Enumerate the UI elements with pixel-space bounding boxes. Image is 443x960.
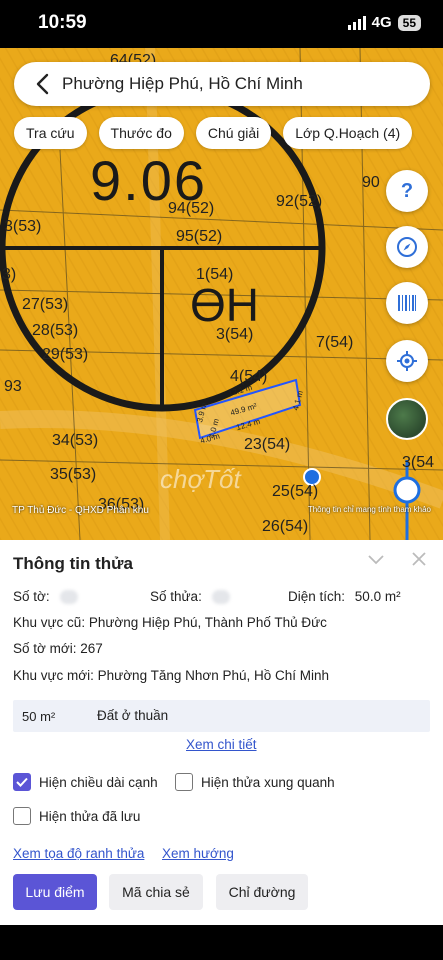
sheet-number-label: Số tờ: (13, 589, 50, 604)
my-location-button[interactable] (386, 340, 428, 382)
chip-legend[interactable]: Chú giải (195, 117, 272, 149)
parcel-label: 90 (362, 174, 380, 191)
battery-icon: 55 (397, 14, 421, 31)
show-edge-length-checkbox[interactable]: Hiện chiều dài cạnh (13, 773, 158, 791)
land-use-area: 50 m² (22, 709, 56, 724)
show-edge-length-label: Hiện chiều dài cạnh (39, 774, 158, 790)
search-bar[interactable]: Phường Hiệp Phú, Hồ Chí Minh (14, 62, 430, 106)
sheet-number-row: Số tờ: (13, 589, 78, 605)
compass-icon (397, 237, 417, 257)
close-button[interactable] (412, 552, 426, 571)
status-bar: 10:59 4G 55 (0, 0, 443, 48)
panel-title: Thông tin thửa (13, 554, 133, 573)
network-type: 4G (371, 14, 392, 31)
status-indicators: 4G 55 (347, 14, 421, 31)
parcel-label: 1(54) (196, 266, 234, 283)
parcel-number-value (211, 590, 230, 605)
chip-lookup[interactable]: Tra cứu (14, 117, 87, 149)
map-disclaimer: Thông tin chỉ mang tính tham khảo (307, 505, 431, 514)
collapse-button[interactable] (368, 552, 384, 570)
share-code-button[interactable]: Mã chia sẻ (109, 874, 203, 910)
help-button[interactable]: ? (386, 170, 428, 212)
area-row: Diện tích: 50.0 m² (288, 589, 401, 604)
land-use-type: Đất ở thuần (97, 708, 169, 723)
area-label: Diện tích: (288, 589, 346, 604)
land-use-row: 50 m² Đất ở thuần (13, 700, 430, 732)
location-text[interactable]: Phường Hiệp Phú, Hồ Chí Minh (62, 74, 303, 94)
parcel-label: 7(54) (316, 334, 354, 351)
parcel-label: 93 (4, 378, 22, 395)
parcel-number-row: Số thửa: (150, 589, 230, 605)
signal-icon (347, 15, 366, 30)
chevron-down-icon (368, 555, 384, 565)
parcel-label: 25(54) (272, 483, 319, 500)
checkbox-checked[interactable] (13, 773, 31, 791)
crosshair-icon (397, 351, 417, 371)
new-sheet-number-text: Số tờ mới: 267 (13, 641, 103, 656)
view-coordinates-link[interactable]: Xem tọa độ ranh thửa (13, 846, 144, 861)
checkbox-unchecked[interactable] (13, 807, 31, 825)
satellite-layer-button[interactable] (386, 398, 428, 440)
view-direction-link[interactable]: Xem hướng (162, 846, 234, 861)
parcel-number-label: Số thửa: (150, 589, 202, 604)
chip-measure[interactable]: Thước đo (98, 117, 184, 149)
save-point-button[interactable]: Lưu điểm (13, 874, 97, 910)
parcel-label: 92(52) (276, 193, 323, 210)
barcode-icon (398, 295, 416, 311)
parcel-label: 23(54) (244, 436, 291, 453)
zone-code-label: ӨН (190, 279, 259, 331)
parcel-label: 3(54 (402, 454, 435, 471)
parcel-label: 94(52) (168, 200, 215, 217)
parcel-label: 29(53) (42, 346, 89, 363)
parcel-label: 3) (2, 266, 17, 283)
map-source-label: TP Thủ Đức - QHXD Phân khu (12, 505, 149, 516)
area-value: 50.0 m² (354, 589, 401, 604)
status-time: 10:59 (38, 12, 87, 33)
new-area-text: Khu vực mới: Phường Tăng Nhơn Phú, Hồ Ch… (13, 668, 330, 683)
barcode-button[interactable] (386, 282, 428, 324)
parcel-label: 28(53) (32, 322, 79, 339)
directions-button[interactable]: Chỉ đường (216, 874, 308, 910)
parcel-label: 27(53) (22, 296, 69, 313)
checkbox-unchecked[interactable] (175, 773, 193, 791)
bottom-bar (0, 925, 443, 960)
show-saved-label: Hiện thửa đã lưu (39, 808, 141, 824)
close-icon (412, 552, 426, 566)
parcel-label: 95(52) (176, 228, 223, 245)
view-detail-link[interactable]: Xem chi tiết (186, 737, 257, 752)
sheet-number-value (59, 590, 78, 605)
compass-button[interactable] (386, 226, 428, 268)
question-icon: ? (400, 179, 414, 202)
old-area-text: Khu vực cũ: Phường Hiệp Phú, Thành Phố T… (13, 615, 327, 630)
parcel-label: 3(54) (216, 326, 254, 343)
parcel-label: 34(53) (52, 432, 99, 449)
back-arrow-icon[interactable] (22, 62, 62, 106)
show-neighbors-label: Hiện thửa xung quanh (201, 774, 335, 790)
watermark: chợTốt (160, 464, 241, 494)
show-neighbors-checkbox[interactable]: Hiện thửa xung quanh (175, 773, 335, 791)
show-saved-checkbox[interactable]: Hiện thửa đã lưu (13, 807, 140, 825)
chip-planning-layers[interactable]: Lớp Q.Hoạch (4) (283, 117, 413, 149)
map-tool-chips: Tra cứu Thước đo Chú giải Lớp Q.Hoạch (4… (14, 117, 413, 149)
check-icon (16, 777, 28, 787)
parcel-label: 26(54) (262, 518, 309, 535)
parcel-label: 3(53) (4, 218, 42, 235)
parcel-label: 35(53) (50, 466, 97, 483)
